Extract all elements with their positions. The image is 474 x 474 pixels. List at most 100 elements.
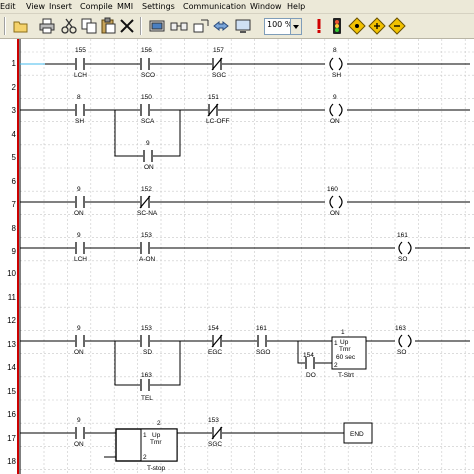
no-contact[interactable]: [75, 58, 85, 70]
no-contact[interactable]: [140, 379, 150, 391]
timer-text: Tmr: [339, 346, 351, 353]
timer-input: 2: [143, 454, 147, 461]
no-contact[interactable]: [75, 242, 85, 254]
menu-settings[interactable]: Settings: [142, 0, 175, 13]
contact-number: 150: [141, 94, 152, 101]
paste-icon[interactable]: [99, 17, 117, 35]
no-contact[interactable]: [75, 196, 85, 208]
no-contact[interactable]: [257, 335, 267, 347]
contact-number: 8: [77, 94, 81, 101]
menu-communication[interactable]: Communication: [183, 0, 246, 13]
contact-label: ON: [74, 441, 84, 448]
contact-number: 9: [77, 232, 81, 239]
rung-3-branch: [114, 110, 181, 157]
no-contact[interactable]: [75, 104, 85, 116]
menu-bar: Edit View Insert Compile MMI Settings Co…: [0, 0, 474, 14]
exclamation-icon[interactable]: [310, 17, 328, 35]
timer-text: Tmr: [150, 439, 162, 446]
coil-label: SO: [398, 256, 407, 263]
timer-input: 2: [334, 362, 338, 369]
timer-text: 60 sec: [336, 354, 356, 361]
nc-contact[interactable]: [211, 426, 223, 440]
contact-number: 9: [77, 325, 81, 332]
output-coil[interactable]: [326, 57, 346, 71]
contact-label: DO: [306, 372, 316, 379]
diamond-icon[interactable]: [368, 17, 386, 35]
toolbar: 100 %: [0, 14, 474, 39]
no-contact[interactable]: [75, 427, 85, 439]
contact-number: 153: [141, 232, 152, 239]
coil-label: ON: [330, 118, 340, 125]
connect-icon[interactable]: [170, 17, 188, 35]
contact-number: 155: [75, 47, 86, 54]
timer-input: 1: [143, 432, 147, 439]
no-contact[interactable]: [140, 242, 150, 254]
output-coil[interactable]: [395, 334, 415, 348]
zoom-select[interactable]: 100 %: [264, 18, 302, 35]
delete-icon[interactable]: [118, 17, 136, 35]
copy-icon[interactable]: [80, 17, 98, 35]
print-icon[interactable]: [38, 17, 56, 35]
contact-label: SH: [75, 118, 84, 125]
no-contact[interactable]: [140, 58, 150, 70]
timer-label: T-stop: [147, 465, 165, 472]
compile-icon[interactable]: [148, 17, 166, 35]
contact-number: 151: [208, 94, 219, 101]
zoom-out-icon[interactable]: [192, 17, 210, 35]
menu-insert[interactable]: Insert: [49, 0, 72, 13]
output-coil[interactable]: [326, 195, 346, 209]
open-icon[interactable]: [12, 17, 30, 35]
cut-icon[interactable]: [60, 17, 78, 35]
menu-compile[interactable]: Compile: [80, 0, 113, 13]
timer-label: T-Strt: [338, 372, 354, 379]
contact-number: 161: [256, 325, 267, 332]
contact-label: LCH: [74, 72, 87, 79]
no-contact[interactable]: [75, 335, 85, 347]
nc-contact[interactable]: [139, 195, 151, 209]
menu-view[interactable]: View: [26, 0, 45, 13]
contact-label: LC-OFF: [206, 118, 230, 125]
contact-label: TEL: [141, 395, 153, 402]
nc-contact[interactable]: [211, 57, 223, 71]
contact-label: SCO: [141, 72, 155, 79]
output-coil[interactable]: [326, 103, 346, 117]
diamond-icon[interactable]: [388, 17, 406, 35]
ladder-canvas[interactable]: 155 LCH 156 SCO 157 SGC 8 SH 8 SH 150 SC…: [0, 39, 474, 474]
coil-label: SH: [332, 72, 341, 79]
no-contact[interactable]: [140, 335, 150, 347]
nc-contact[interactable]: [207, 103, 219, 117]
no-contact[interactable]: [143, 150, 153, 162]
traffic-light-icon[interactable]: [328, 17, 346, 35]
menu-window[interactable]: Window: [250, 0, 282, 13]
menu-edit[interactable]: Edit: [0, 0, 16, 13]
menu-mmi[interactable]: MMI: [117, 0, 133, 13]
contact-label: ON: [74, 349, 84, 356]
contact-label: SC-NA: [137, 210, 158, 217]
contact-number: 157: [213, 47, 224, 54]
contact-number: 9: [146, 140, 150, 147]
contact-number: 152: [141, 186, 152, 193]
timer-text: Up: [340, 339, 349, 346]
coil-number: 160: [327, 186, 338, 193]
contact-label: EGC: [208, 349, 222, 356]
nc-contact[interactable]: [211, 334, 223, 348]
zoom-in-icon[interactable]: [212, 17, 230, 35]
monitor-icon[interactable]: [234, 17, 252, 35]
contact-label: SGC: [212, 72, 226, 79]
chevron-down-icon[interactable]: [290, 19, 301, 34]
contact-label: SD: [143, 349, 152, 356]
diamond-icon[interactable]: [348, 17, 366, 35]
contact-number: 9: [77, 417, 81, 424]
output-coil[interactable]: [395, 241, 415, 255]
coil-label: SO: [397, 349, 406, 356]
menu-help[interactable]: Help: [287, 0, 305, 13]
timer-text: Up: [152, 432, 161, 439]
contact-number: 156: [141, 47, 152, 54]
contact-label: ON: [74, 210, 84, 217]
no-contact[interactable]: [140, 104, 150, 116]
contact-number: 163: [141, 372, 152, 379]
contact-label: SCA: [141, 118, 155, 125]
contact-number: 154: [208, 325, 219, 332]
contact-number: 154: [303, 352, 314, 359]
contact-label: SGC: [208, 441, 222, 448]
